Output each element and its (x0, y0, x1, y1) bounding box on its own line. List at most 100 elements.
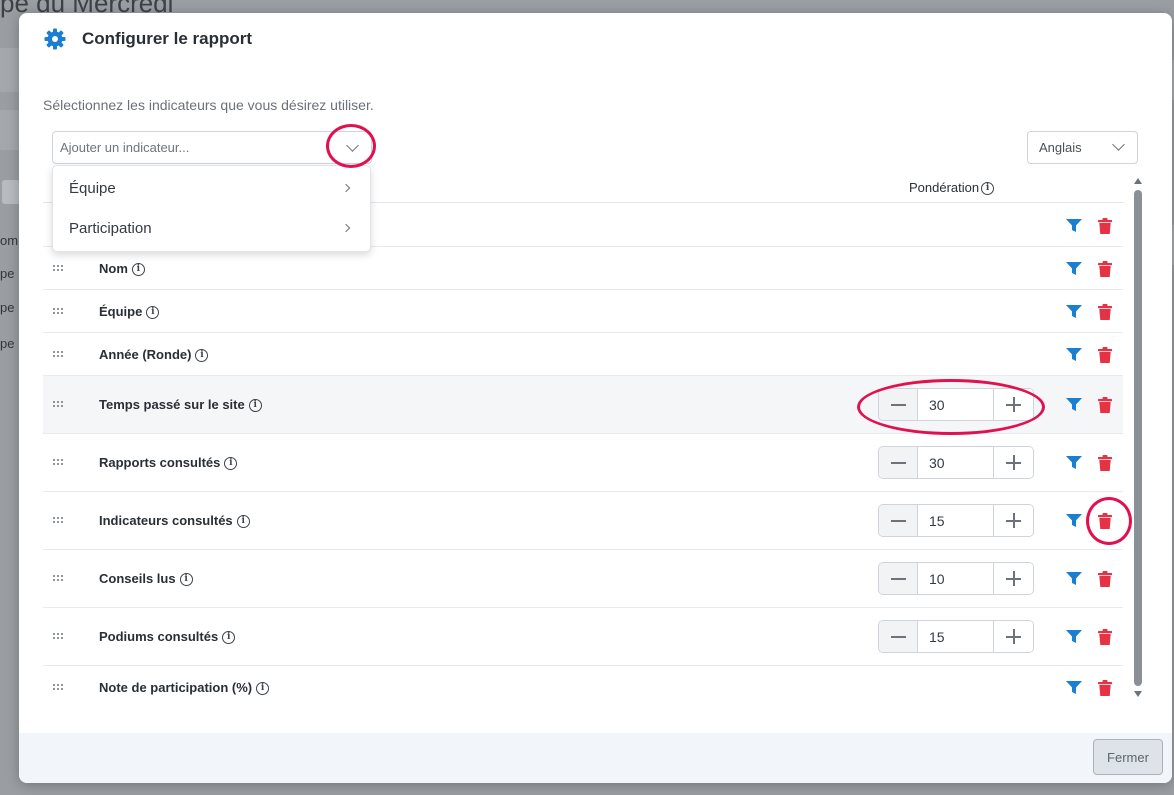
filter-icon[interactable] (1066, 456, 1082, 470)
chevron-down-icon[interactable] (1112, 138, 1125, 151)
info-icon[interactable]: i (256, 682, 270, 696)
weight-value[interactable]: 10 (929, 571, 945, 587)
trash-icon[interactable] (1098, 513, 1112, 529)
info-icon[interactable]: i (195, 349, 209, 363)
background-band (0, 48, 20, 92)
language-select-value: Anglais (1039, 140, 1082, 155)
drag-handle-icon[interactable] (53, 459, 65, 467)
increment-button[interactable] (993, 389, 1033, 420)
info-icon[interactable]: i (146, 306, 160, 320)
row-label-podiums: Podiums consultés i (99, 629, 236, 645)
table-row: Année (Ronde) i (43, 333, 1123, 376)
row-label-text: Nom (99, 261, 128, 276)
weight-value[interactable]: 15 (929, 629, 945, 645)
table-row: Indicateurs consultés i 15 (43, 492, 1123, 550)
filter-icon[interactable] (1066, 262, 1082, 276)
weight-stepper[interactable]: 30 (878, 446, 1034, 479)
decrement-button[interactable] (879, 505, 918, 536)
table-scrollbar[interactable] (1133, 173, 1143, 703)
ponderation-header: Pondération i (909, 180, 995, 196)
filter-icon[interactable] (1066, 219, 1082, 233)
weight-stepper[interactable]: 10 (878, 562, 1034, 595)
chevron-right-icon (341, 183, 351, 193)
filter-icon[interactable] (1066, 572, 1082, 586)
dropdown-item-participation[interactable]: Participation (53, 209, 370, 249)
info-icon[interactable]: i (131, 263, 145, 277)
decrement-button[interactable] (879, 621, 918, 652)
trash-icon[interactable] (1098, 218, 1112, 234)
row-label-conseils: Conseils lus i (99, 571, 193, 587)
increment-button[interactable] (993, 621, 1033, 652)
dialog-title: Configurer le rapport (82, 29, 253, 48)
close-button[interactable]: Fermer (1093, 739, 1163, 775)
weight-stepper[interactable]: 30 (878, 388, 1034, 421)
row-label-text: Indicateurs consultés (99, 513, 233, 528)
info-icon[interactable]: i (981, 182, 995, 196)
trash-icon[interactable] (1098, 347, 1112, 363)
trash-icon[interactable] (1098, 304, 1112, 320)
drag-handle-icon[interactable] (53, 633, 65, 641)
decrement-button[interactable] (879, 563, 918, 594)
chevron-down-icon[interactable] (346, 139, 359, 152)
drag-handle-icon[interactable] (53, 351, 65, 359)
info-icon[interactable]: i (236, 515, 250, 529)
info-icon[interactable]: i (179, 573, 193, 587)
filter-icon[interactable] (1066, 348, 1082, 362)
trash-icon[interactable] (1098, 261, 1112, 277)
filter-icon[interactable] (1066, 305, 1082, 319)
gear-icon (44, 28, 66, 50)
trash-icon[interactable] (1098, 629, 1112, 645)
dropdown-item-equipe[interactable]: Équipe (53, 169, 370, 209)
row-label-equipe: Équipe i (99, 304, 160, 320)
info-icon[interactable]: i (224, 457, 238, 471)
scrollbar-thumb[interactable] (1134, 190, 1142, 686)
background-text: pe (0, 336, 15, 351)
row-label-rapports: Rapports consultés i (99, 455, 238, 471)
background-gear-icon (2, 180, 20, 204)
add-indicator-select[interactable]: Ajouter un indicateur... (52, 131, 372, 164)
increment-button[interactable] (993, 563, 1033, 594)
drag-handle-icon[interactable] (53, 517, 65, 525)
filter-icon[interactable] (1066, 514, 1082, 528)
row-label-text: Note de participation (%) (99, 680, 253, 695)
drag-handle-icon[interactable] (53, 308, 65, 316)
background-text: pe (0, 300, 15, 315)
drag-handle-icon[interactable] (53, 684, 65, 692)
decrement-button[interactable] (879, 447, 918, 478)
row-label-annee: Année (Ronde) i (99, 347, 209, 363)
table-row: Note de participation (%) i (43, 666, 1123, 709)
filter-icon[interactable] (1066, 398, 1082, 412)
ponderation-label: Pondération (909, 180, 980, 195)
configure-report-dialog: Configurer le rapport Sélectionnez les i… (19, 13, 1172, 783)
drag-handle-icon[interactable] (53, 575, 65, 583)
info-icon[interactable]: i (222, 631, 236, 645)
table-row: Rapports consultés i 30 (43, 434, 1123, 492)
language-select[interactable]: Anglais (1027, 131, 1138, 164)
scroll-up-arrow-icon[interactable] (1134, 178, 1142, 184)
scroll-down-arrow-icon[interactable] (1134, 691, 1142, 697)
trash-icon[interactable] (1098, 571, 1112, 587)
dropdown-item-label: Équipe (69, 180, 116, 197)
table-row: Conseils lus i 10 (43, 550, 1123, 608)
row-label-text: Équipe (99, 304, 143, 319)
trash-icon[interactable] (1098, 397, 1112, 413)
drag-handle-icon[interactable] (53, 401, 65, 409)
weight-value[interactable]: 30 (929, 397, 945, 413)
trash-icon[interactable] (1098, 680, 1112, 696)
row-label-text: Conseils lus (99, 571, 176, 586)
weight-value[interactable]: 15 (929, 513, 945, 529)
weight-stepper[interactable]: 15 (878, 504, 1034, 537)
filter-icon[interactable] (1066, 681, 1082, 695)
trash-icon[interactable] (1098, 455, 1112, 471)
info-icon[interactable]: i (248, 399, 262, 413)
filter-icon[interactable] (1066, 630, 1082, 644)
drag-handle-icon[interactable] (53, 265, 65, 273)
row-label-text: Temps passé sur le site (99, 397, 245, 412)
increment-button[interactable] (993, 447, 1033, 478)
decrement-button[interactable] (879, 389, 918, 420)
increment-button[interactable] (993, 505, 1033, 536)
add-indicator-placeholder: Ajouter un indicateur... (60, 140, 190, 155)
weight-value[interactable]: 30 (929, 455, 945, 471)
weight-stepper[interactable]: 15 (878, 620, 1034, 653)
background-text: om (0, 233, 19, 248)
